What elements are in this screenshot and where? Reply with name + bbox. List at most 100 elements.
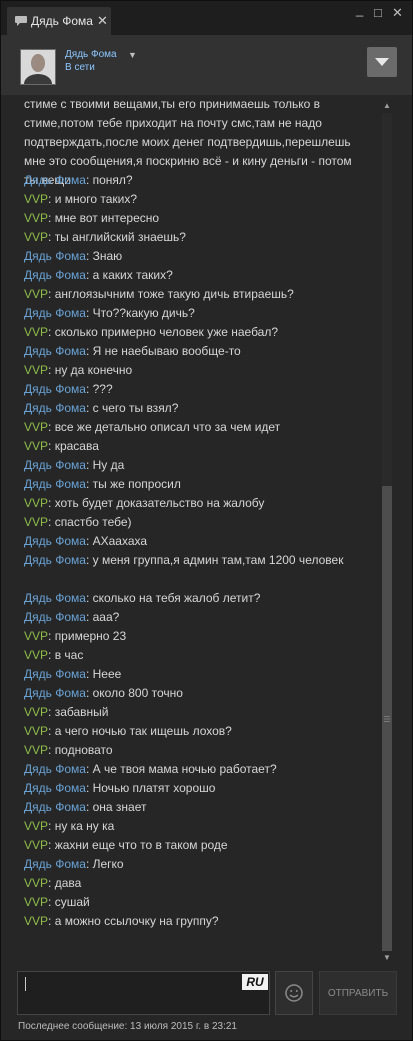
message-sender[interactable]: VVP [24, 515, 48, 529]
message-sender[interactable]: VVP [24, 230, 48, 244]
sender-separator: : [85, 401, 93, 415]
message-sender[interactable]: VVP [24, 648, 48, 662]
chat-scrollbar[interactable]: ▲ ▼ [382, 101, 392, 963]
scroll-track[interactable] [382, 113, 392, 951]
message-sender[interactable]: Дядь Фома [24, 534, 86, 548]
chat-log: стиме с твоими вещами,ты его принимаешь … [18, 95, 378, 963]
sender-separator: : [48, 192, 55, 206]
message-sender[interactable]: VVP [24, 325, 48, 339]
chat-message: VVP: подновато [24, 741, 369, 760]
sender-separator: : [85, 477, 93, 491]
minimize-icon[interactable]: _ [356, 2, 363, 17]
chat-message: Дядь Фома: Я не наебываю вообще-то [24, 342, 369, 361]
chat-message: Дядь Фома: Знаю [24, 247, 369, 266]
emoticon-icon [285, 984, 303, 1002]
chat-message: Дядь Фома: Легко [24, 855, 369, 874]
message-text: ты же попросил [92, 477, 181, 491]
sender-separator: : [85, 857, 93, 871]
message-sender[interactable]: VVP [24, 819, 48, 833]
contact-name[interactable]: Дядь Фома [65, 49, 117, 60]
message-sender[interactable]: VVP [24, 192, 48, 206]
message-text: А че твоя мама ночью работает? [92, 762, 277, 776]
message-sender[interactable]: Дядь Фома [24, 762, 86, 776]
message-text: Я не наебываю вообще-то [92, 344, 241, 358]
send-button[interactable]: ОТПРАВИТЬ [319, 971, 397, 1015]
scroll-thumb[interactable] [382, 486, 392, 951]
maximize-icon[interactable]: □ [374, 5, 382, 20]
sender-separator: : [48, 363, 55, 377]
message-sender[interactable]: VVP [24, 629, 48, 643]
message-sender[interactable]: VVP [24, 876, 48, 890]
dropdown-arrow-icon[interactable]: ▼ [128, 50, 137, 60]
message-sender[interactable]: Дядь Фома [24, 591, 86, 605]
chat-message: Дядь Фома: у меня группа,я админ там,там… [24, 551, 369, 570]
message-sender[interactable]: VVP [24, 420, 48, 434]
window-close-icon[interactable]: ✕ [392, 5, 403, 21]
message-text: все же детально описал что за чем идет [54, 420, 281, 434]
message-sender[interactable]: Дядь Фома [24, 249, 86, 263]
chat-icon [15, 16, 27, 26]
sender-separator: : [48, 325, 55, 339]
message-sender[interactable]: VVP [24, 838, 48, 852]
message-sender[interactable]: Дядь Фома [24, 458, 86, 472]
chat-message: VVP: спастбо тебе) [24, 513, 369, 532]
message-sender[interactable]: VVP [24, 496, 48, 510]
message-sender[interactable]: Дядь Фома [24, 477, 86, 491]
chat-message: Дядь Фома: Что??какую дичь? [24, 304, 369, 323]
message-sender[interactable]: Дядь Фома [24, 667, 86, 681]
emoticon-button[interactable] [275, 971, 313, 1015]
message-sender[interactable]: VVP [24, 363, 48, 377]
scroll-down-icon[interactable]: ▼ [382, 953, 392, 963]
message-sender[interactable]: VVP [24, 211, 48, 225]
chat-tab[interactable]: Дядь Фома ✕ [7, 7, 111, 35]
message-text: забавный [54, 705, 109, 719]
message-sender[interactable]: Дядь Фома [24, 306, 86, 320]
sender-separator: : [48, 211, 55, 225]
chat-window: Дядь Фома ✕ _ □ ✕ Дядь Фома ▼ В сети сти… [0, 0, 413, 1041]
message-input[interactable] [18, 972, 248, 1014]
message-sender[interactable]: Дядь Фома [24, 553, 86, 567]
message-sender[interactable]: Дядь Фома [24, 781, 86, 795]
message-text: с чего ты взял? [92, 401, 179, 415]
message-sender[interactable]: Дядь Фома [24, 857, 86, 871]
sender-separator: : [48, 515, 55, 529]
chat-message: Дядь Фома: понял? [24, 171, 369, 190]
sender-separator: : [48, 439, 55, 453]
scroll-up-icon[interactable]: ▲ [382, 101, 392, 111]
sender-separator: : [85, 249, 93, 263]
sender-separator: : [85, 553, 93, 567]
message-text: жахни еще что то в таком роде [54, 838, 228, 852]
message-sender[interactable]: Дядь Фома [24, 344, 86, 358]
sender-separator: : [48, 819, 55, 833]
message-sender[interactable]: VVP [24, 895, 48, 909]
message-sender[interactable]: Дядь Фома [24, 382, 86, 396]
message-text: примерно 23 [54, 629, 127, 643]
message-sender[interactable]: VVP [24, 724, 48, 738]
tab-close-icon[interactable]: ✕ [97, 13, 108, 29]
message-sender[interactable]: Дядь Фома [24, 268, 86, 282]
message-input-box[interactable]: RU [17, 971, 270, 1015]
chat-menu-button[interactable] [367, 47, 397, 77]
sender-separator: : [48, 838, 55, 852]
chat-message: VVP: примерно 23 [24, 627, 369, 646]
message-sender[interactable]: Дядь Фома [24, 686, 86, 700]
message-sender[interactable]: VVP [24, 705, 48, 719]
message-sender[interactable]: VVP [24, 914, 48, 928]
message-sender[interactable]: Дядь Фома [24, 800, 86, 814]
message-text: красава [54, 439, 99, 453]
title-bar: Дядь Фома ✕ _ □ ✕ [1, 1, 412, 35]
language-badge: RU [242, 974, 268, 990]
avatar[interactable] [20, 49, 56, 85]
message-sender[interactable]: VVP [24, 287, 48, 301]
sender-separator: : [48, 914, 55, 928]
message-sender[interactable]: Дядь Фома [24, 173, 86, 187]
sender-separator: : [85, 173, 93, 187]
chat-message: VVP: сколько примерно человек уже наебал… [24, 323, 369, 342]
message-sender[interactable]: Дядь Фома [24, 401, 86, 415]
chat-message: VVP: и много таких? [24, 190, 369, 209]
message-sender[interactable]: VVP [24, 439, 48, 453]
message-sender[interactable]: Дядь Фома [24, 610, 86, 624]
chat-message: Дядь Фома: ты же попросил [24, 475, 369, 494]
chat-message: VVP: а чего ночью так ищешь лохов? [24, 722, 369, 741]
message-sender[interactable]: VVP [24, 743, 48, 757]
